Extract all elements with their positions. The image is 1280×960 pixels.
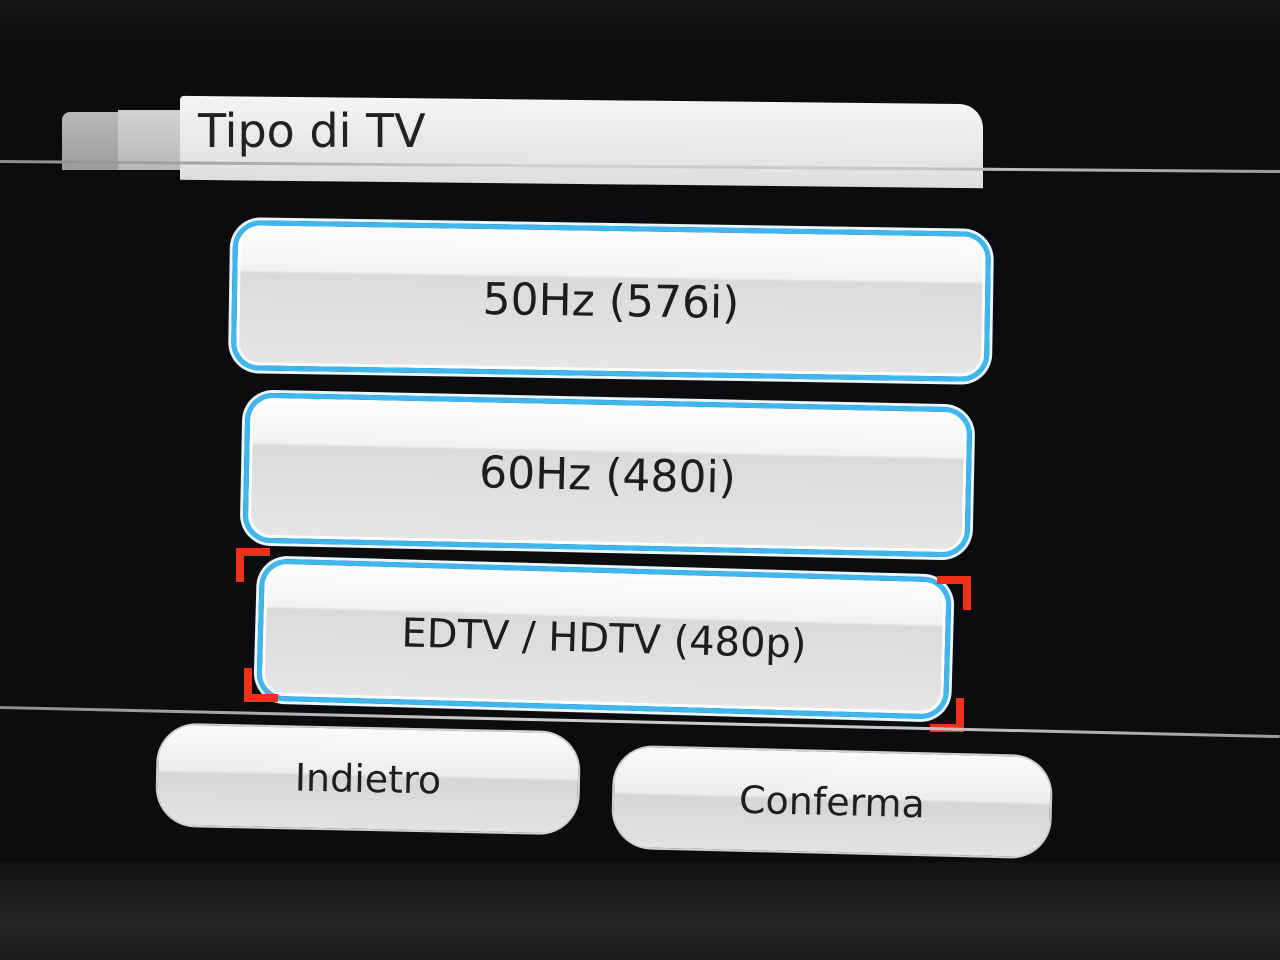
selection-cursor-top-right-icon (937, 576, 971, 610)
option-60hz-480i-button[interactable]: 60Hz (480i) (242, 392, 973, 558)
tv-bezel-top (0, 0, 1280, 40)
back-button[interactable]: Indietro (154, 722, 582, 836)
option-50hz-576i-button[interactable]: 50Hz (576i) (230, 220, 992, 382)
tv-screen: Tipo di TV 50Hz (576i) 60Hz (480i) EDTV … (0, 0, 1280, 960)
selection-cursor-top-left-icon (236, 548, 270, 582)
option-label: 60Hz (480i) (478, 446, 737, 504)
page-title: Tipo di TV (198, 104, 426, 158)
confirm-button[interactable]: Conferma (610, 744, 1054, 860)
tv-bezel-bottom (0, 862, 1280, 960)
option-label: EDTV / HDTV (480p) (400, 610, 808, 668)
option-edtv-hdtv-480p-button[interactable]: EDTV / HDTV (480p) (256, 558, 952, 720)
back-button-label: Indietro (294, 755, 442, 803)
option-label: 50Hz (576i) (482, 273, 740, 329)
confirm-button-label: Conferma (738, 777, 926, 827)
selection-cursor-bottom-left-icon (244, 668, 278, 702)
